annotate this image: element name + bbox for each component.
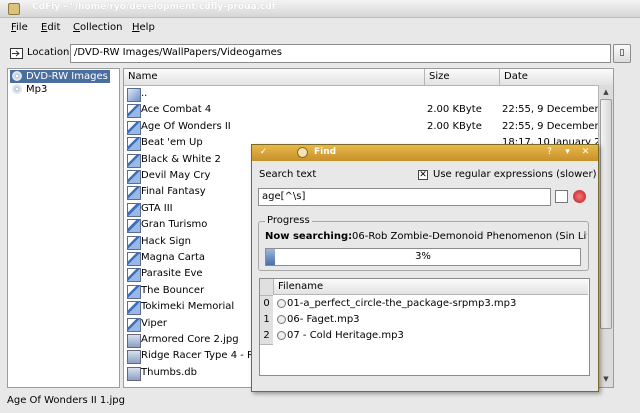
disc-icon bbox=[12, 71, 22, 81]
file-size: 2.00 KByte bbox=[427, 120, 482, 132]
file-icon bbox=[127, 235, 141, 250]
file-name: Gran Turismo bbox=[141, 219, 208, 231]
progress-percent: 3% bbox=[415, 251, 431, 262]
result-index: 2 bbox=[260, 328, 273, 345]
menu-edit[interactable]: Edit bbox=[41, 22, 60, 33]
stop-search-icon[interactable] bbox=[573, 190, 586, 203]
file-name: Parasite Eve bbox=[141, 268, 203, 280]
results-corner bbox=[260, 279, 273, 296]
image-icon bbox=[127, 350, 141, 365]
close-button[interactable]: ✕ bbox=[580, 147, 591, 158]
menubar: File Edit Collection Help bbox=[0, 18, 640, 40]
file-icon bbox=[127, 186, 141, 201]
file-icon bbox=[127, 170, 141, 184]
status-bar-text: Age Of Wonders II 1.jpg bbox=[7, 395, 125, 406]
menu-file[interactable]: File bbox=[11, 22, 28, 33]
file-name: Viper bbox=[141, 317, 168, 329]
result-filename[interactable]: 01-a_perfect_circle-the_package-srpmp3.m… bbox=[287, 298, 516, 309]
results-list: Filename 0 01-a_perfect_circle-the_packag… bbox=[259, 278, 590, 376]
result-filename[interactable]: 06- Faget.mp3 bbox=[287, 314, 360, 325]
file-row[interactable]: Ace Combat 4 2.00 KByte 22:55, 9 December … bbox=[124, 102, 613, 119]
file-name: Age Of Wonders II bbox=[141, 120, 231, 132]
search-input[interactable]: age[^\s] bbox=[258, 188, 551, 206]
find-dialog-title: Find bbox=[314, 147, 337, 157]
file-row[interactable]: .. bbox=[124, 86, 613, 102]
location-label: Location: bbox=[27, 47, 73, 58]
location-arrow-icon bbox=[10, 48, 23, 59]
location-bar: Location: /DVD-RW Images/WallPapers/Vide… bbox=[0, 40, 640, 66]
help-button[interactable]: ? bbox=[544, 147, 555, 158]
file-icon bbox=[127, 317, 141, 332]
window-titlebar: CdFly - "/home/ryo/development/cdfly-pro… bbox=[0, 0, 640, 18]
file-name: Ridge Racer Type 4 - Re bbox=[141, 350, 260, 362]
file-icon bbox=[127, 153, 141, 168]
audio-file-icon bbox=[277, 315, 286, 324]
file-name: Devil May Cry bbox=[141, 170, 211, 181]
file-name: Magna Carta bbox=[141, 252, 206, 263]
file-name: Armored Core 2.jpg bbox=[141, 334, 239, 345]
progress-label: Progress bbox=[265, 215, 312, 226]
image-icon bbox=[127, 366, 141, 381]
app-icon bbox=[8, 3, 20, 15]
image-icon bbox=[127, 334, 141, 348]
find-dialog: ✓ Find ? ▾ ✕ Search text ✕ Use regular e… bbox=[251, 144, 599, 392]
regex-checkbox[interactable]: ✕ bbox=[418, 170, 428, 180]
scroll-down-arrow-icon[interactable]: ▼ bbox=[600, 373, 612, 385]
find-dialog-titlebar[interactable]: ✓ Find ? ▾ ✕ bbox=[252, 145, 598, 161]
clear-search-icon[interactable] bbox=[555, 190, 568, 203]
file-icon bbox=[127, 120, 141, 135]
file-icon bbox=[127, 284, 141, 299]
file-icon bbox=[127, 252, 141, 266]
file-list-scrollbar[interactable]: ▲ ▼ bbox=[598, 85, 613, 387]
scrollbar-thumb[interactable] bbox=[600, 99, 612, 329]
file-icon bbox=[127, 104, 141, 119]
result-filename[interactable]: 07 - Cold Heritage.mp3 bbox=[287, 330, 404, 341]
file-icon bbox=[127, 137, 141, 152]
file-icon bbox=[127, 202, 141, 217]
result-index: 0 bbox=[260, 296, 273, 313]
file-name: Black & White 2 bbox=[141, 153, 221, 165]
now-searching-value: 06-Rob Zombie-Demonoid Phenomenon (Sin L… bbox=[352, 231, 587, 242]
file-name: Hack Sign bbox=[141, 235, 191, 247]
file-name: Beat 'em Up bbox=[141, 137, 203, 149]
file-icon bbox=[127, 268, 141, 283]
location-input[interactable]: /DVD-RW Images/WallPapers/Videogames bbox=[70, 44, 611, 63]
find-magnifier-icon bbox=[297, 147, 308, 158]
file-icon bbox=[127, 301, 141, 316]
audio-file-icon bbox=[277, 299, 286, 308]
column-header-date[interactable]: Date bbox=[500, 69, 613, 86]
collection-tree: DVD-RW Images Mp3 bbox=[7, 68, 120, 388]
audio-file-icon bbox=[277, 331, 286, 340]
file-row[interactable]: Age Of Wonders II 2.00 KByte 22:55, 9 Dece… bbox=[124, 119, 613, 135]
scroll-up-arrow-icon[interactable]: ▲ bbox=[600, 86, 612, 98]
disc-icon bbox=[12, 84, 22, 94]
file-name: The Bouncer bbox=[141, 284, 205, 296]
file-size: 2.00 KByte bbox=[427, 104, 482, 116]
now-searching-label: Now searching: bbox=[265, 231, 353, 242]
tree-item-dvd-rw-images[interactable]: DVD-RW Images bbox=[10, 70, 110, 83]
file-name: Tokimeki Memorial bbox=[141, 301, 235, 313]
folder-up-icon bbox=[127, 88, 141, 102]
shade-button[interactable]: ▾ bbox=[562, 147, 573, 158]
dialog-menu-check-icon[interactable]: ✓ bbox=[258, 147, 269, 158]
file-name: .. bbox=[141, 88, 148, 99]
column-header-name[interactable]: Name bbox=[124, 69, 425, 86]
file-name: Ace Combat 4 bbox=[141, 104, 212, 116]
file-name: Final Fantasy bbox=[141, 186, 206, 198]
file-icon bbox=[127, 219, 141, 234]
file-name: Thumbs.db bbox=[141, 366, 197, 378]
search-text-label: Search text bbox=[259, 169, 317, 180]
file-name: GTA III bbox=[141, 202, 173, 214]
column-header-size[interactable]: Size bbox=[425, 69, 500, 86]
regex-label: Use regular expressions (slower) bbox=[433, 169, 597, 180]
result-index: 1 bbox=[260, 312, 273, 329]
menu-help[interactable]: Help bbox=[132, 22, 155, 33]
menu-collection[interactable]: Collection bbox=[73, 22, 122, 33]
tree-item-mp3[interactable]: Mp3 bbox=[10, 83, 49, 96]
window-title: CdFly - "/home/ryo/development/cdfly-pro… bbox=[32, 2, 281, 12]
results-header-filename[interactable]: Filename bbox=[273, 279, 588, 295]
location-clear-button[interactable]: ▯ bbox=[613, 44, 631, 63]
